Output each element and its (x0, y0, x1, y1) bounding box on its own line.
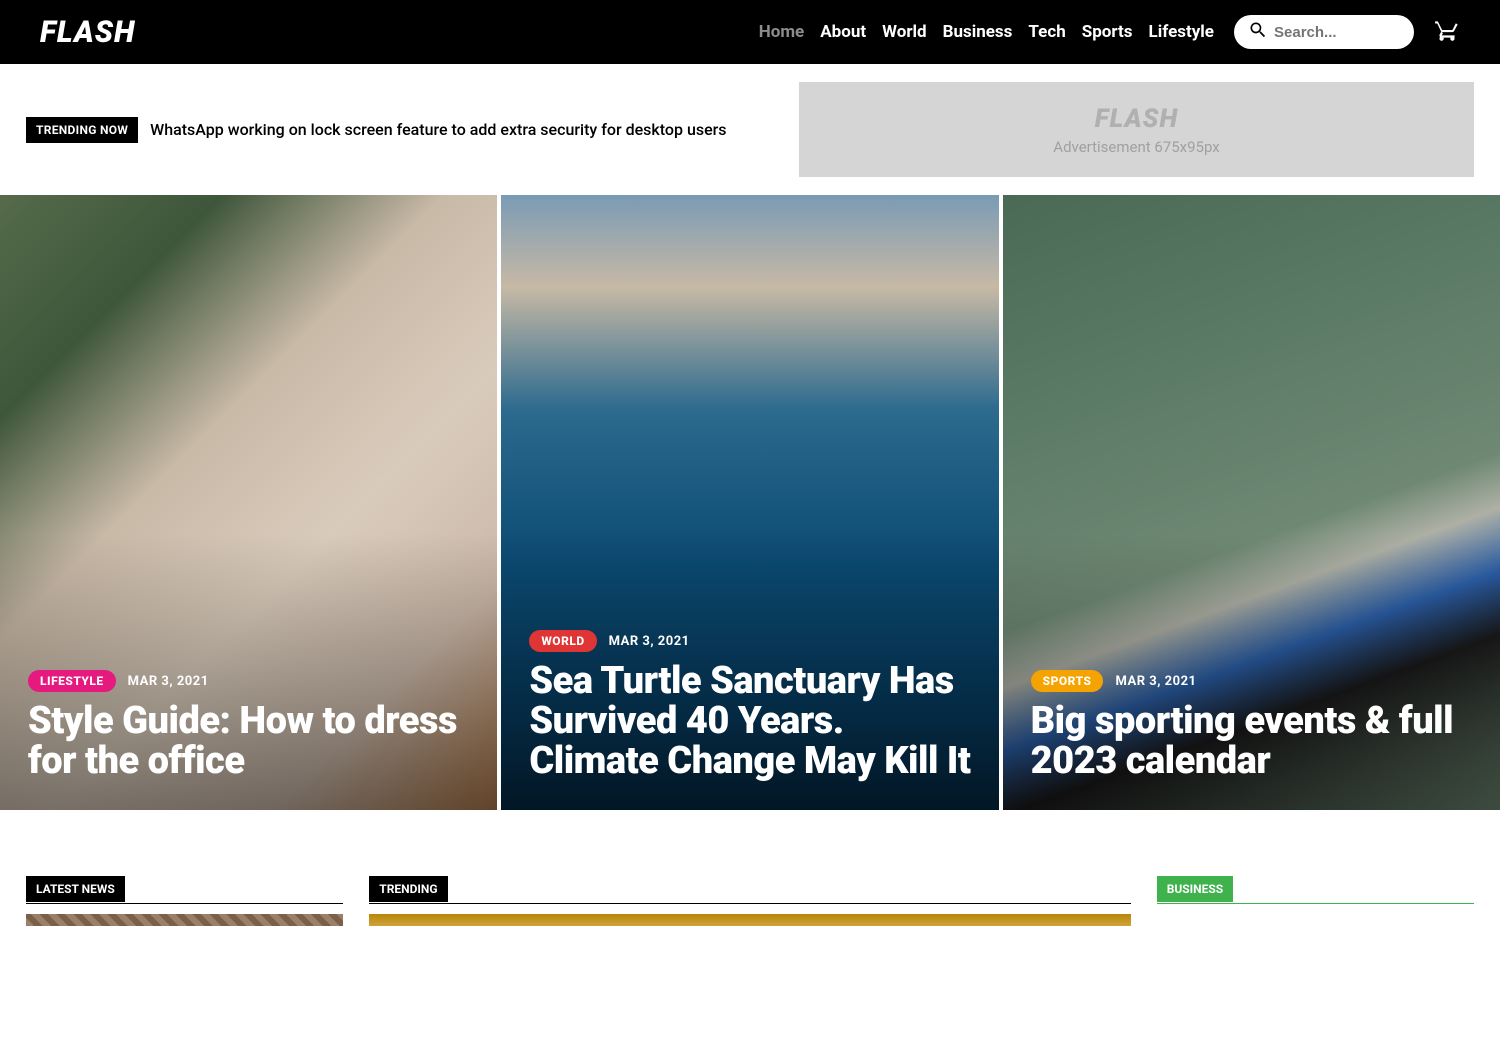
nav-item-tech[interactable]: Tech (1028, 22, 1065, 42)
hero-card-sports[interactable]: SPORTS MAR 3, 2021 Big sporting events &… (1003, 195, 1500, 810)
section-label-trending: TRENDING (369, 876, 447, 902)
search-input[interactable] (1274, 24, 1400, 41)
trending-ticker: TRENDING NOW WhatsApp working on lock sc… (26, 117, 727, 143)
top-row: TRENDING NOW WhatsApp working on lock sc… (0, 64, 1500, 195)
nav-item-sports[interactable]: Sports (1082, 22, 1133, 42)
section-header: BUSINESS (1157, 880, 1474, 904)
sections-row: LATEST NEWS TRENDING BUSINESS (0, 810, 1500, 934)
latest-news-block: LATEST NEWS (26, 880, 343, 934)
article-date: MAR 3, 2021 (609, 634, 690, 649)
brand-logo[interactable]: FLASH (40, 15, 135, 50)
nav-links: Home About World Business Tech Sports Li… (759, 22, 1214, 42)
article-thumb[interactable] (369, 914, 1130, 926)
section-label-latest: LATEST NEWS (26, 876, 125, 902)
category-pill[interactable]: LIFESTYLE (28, 670, 116, 692)
nav-item-world[interactable]: World (882, 22, 927, 42)
hero-title[interactable]: Sea Turtle Sanctuary Has Survived 40 Yea… (529, 662, 970, 782)
hero-card-world[interactable]: WORLD MAR 3, 2021 Sea Turtle Sanctuary H… (501, 195, 998, 810)
hero-title[interactable]: Style Guide: How to dress for the office (28, 702, 469, 782)
section-header: TRENDING (369, 880, 1130, 904)
trending-tag: TRENDING NOW (26, 117, 138, 143)
article-thumb[interactable] (26, 914, 343, 926)
cart-icon[interactable] (1434, 17, 1460, 47)
section-label-business: BUSINESS (1157, 876, 1233, 902)
category-pill[interactable]: SPORTS (1031, 670, 1104, 692)
advertisement-slot[interactable]: FLASH Advertisement 675x95px (799, 82, 1474, 177)
hero-grid: LIFESTYLE MAR 3, 2021 Style Guide: How t… (0, 195, 1500, 810)
ticker-headline[interactable]: WhatsApp working on lock screen feature … (150, 120, 726, 139)
business-block: BUSINESS (1157, 880, 1474, 934)
trending-block: TRENDING (369, 880, 1130, 934)
section-header: LATEST NEWS (26, 880, 343, 904)
header-right: Home About World Business Tech Sports Li… (759, 15, 1460, 49)
hero-card-lifestyle[interactable]: LIFESTYLE MAR 3, 2021 Style Guide: How t… (0, 195, 497, 810)
search-box[interactable] (1234, 15, 1414, 49)
ad-size-label: Advertisement 675x95px (1053, 138, 1219, 156)
category-pill[interactable]: WORLD (529, 630, 596, 652)
hero-title[interactable]: Big sporting events & full 2023 calendar (1031, 702, 1472, 782)
article-date: MAR 3, 2021 (128, 674, 209, 689)
article-date: MAR 3, 2021 (1115, 674, 1196, 689)
nav-item-lifestyle[interactable]: Lifestyle (1149, 22, 1215, 42)
nav-item-home[interactable]: Home (759, 22, 805, 42)
site-header: FLASH Home About World Business Tech Spo… (0, 0, 1500, 64)
nav-item-about[interactable]: About (820, 22, 866, 42)
nav-item-business[interactable]: Business (943, 22, 1013, 42)
search-icon (1248, 20, 1268, 44)
ad-logo-text: FLASH (1095, 104, 1178, 134)
